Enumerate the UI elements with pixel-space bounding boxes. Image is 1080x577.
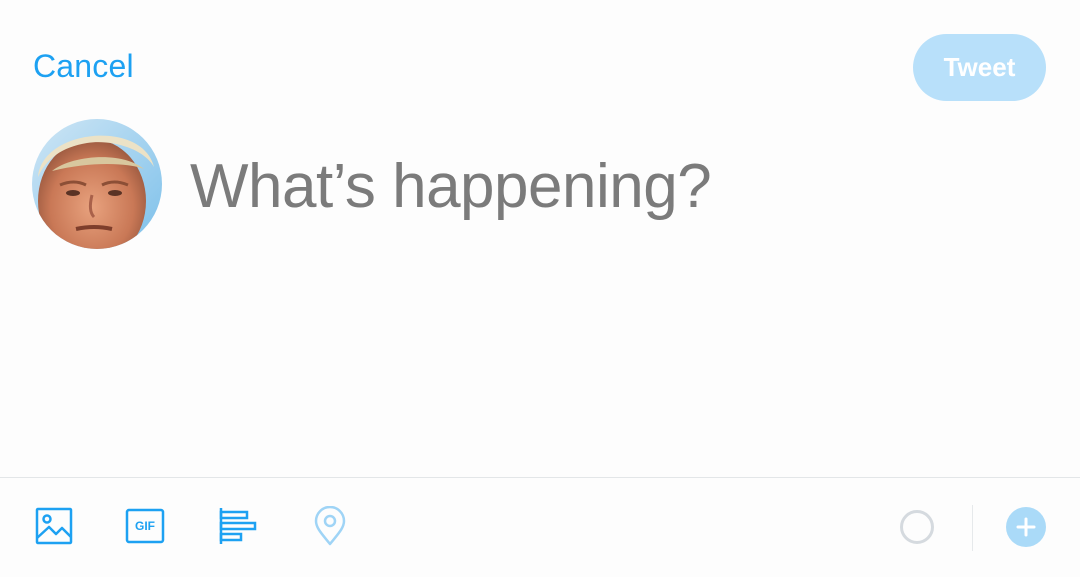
gif-label: GIF bbox=[135, 519, 155, 533]
compose-input[interactable] bbox=[190, 146, 1010, 226]
tweet-button[interactable]: Tweet bbox=[913, 34, 1046, 101]
toolbar-divider bbox=[0, 477, 1080, 478]
add-tweet-button[interactable] bbox=[1006, 507, 1046, 547]
toolbar-separator bbox=[972, 505, 973, 551]
avatar-portrait bbox=[32, 119, 162, 249]
plus-icon bbox=[1016, 517, 1036, 537]
poll-icon[interactable] bbox=[218, 506, 258, 546]
cancel-button[interactable]: Cancel bbox=[33, 48, 134, 85]
avatar bbox=[32, 119, 162, 249]
character-counter bbox=[900, 510, 934, 544]
gif-icon[interactable]: GIF bbox=[125, 506, 165, 546]
image-icon[interactable] bbox=[34, 506, 74, 546]
location-icon[interactable] bbox=[310, 505, 350, 546]
compose-tweet-screen: Cancel Tweet What’s happening? GIF bbox=[0, 0, 1080, 577]
